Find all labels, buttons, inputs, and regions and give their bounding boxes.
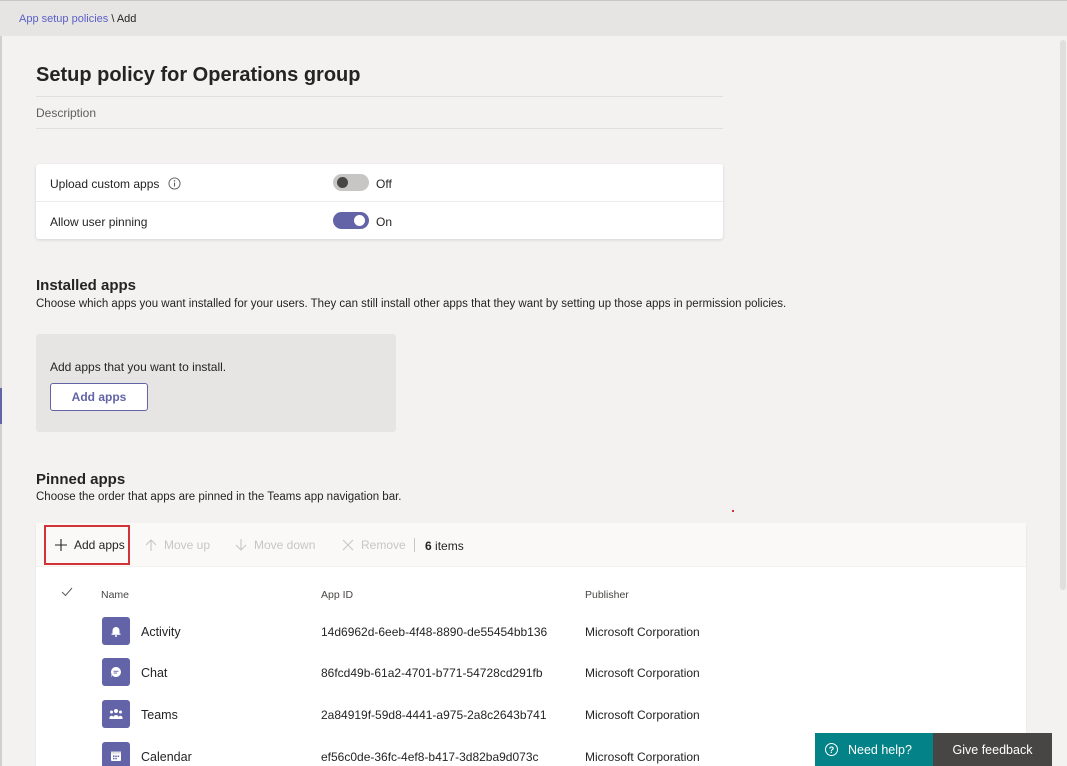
add-apps-label: Add apps [74,538,125,552]
teams-icon [102,700,130,728]
close-icon [342,539,354,551]
app-id: 86fcd49b-61a2-4701-b771-54728cd291fb [321,666,543,680]
plus-icon [55,539,67,551]
app-id: 14d6962d-6eeb-4f48-8890-de55454bb136 [321,625,548,639]
setting-row-allow-user-pinning: Allow user pinning On [36,203,723,240]
item-count-number: 6 [425,539,432,553]
toggle-state-label: Off [376,177,392,191]
toggle-knob [354,215,365,226]
need-help-label: Need help? [848,742,912,757]
app-name: Activity [141,625,181,639]
description-field[interactable]: Description [36,106,96,120]
table-row[interactable]: Chat 86fcd49b-61a2-4701-b771-54728cd291f… [36,656,1026,697]
installed-apps-prompt: Add apps that you want to install. [50,360,227,374]
top-bar: App setup policies \ Add [0,0,1067,36]
divider [36,96,723,97]
installed-apps-heading: Installed apps [36,277,137,294]
column-header-app-id[interactable]: App ID [321,589,353,601]
move-up-button[interactable]: Move up [144,523,210,567]
scrollbar-thumb[interactable] [1060,40,1066,590]
select-all-checkmark-icon[interactable] [60,585,74,599]
pinned-apps-table: Add apps Move up Move down Remove 6 item… [36,523,1026,766]
setting-label: Upload custom apps [50,177,160,191]
move-down-button[interactable]: Move down [234,523,315,567]
bell-icon [102,617,130,645]
app-name: Calendar [141,750,192,764]
breadcrumb-link-app-setup-policies[interactable]: App setup policies [19,13,108,25]
upload-custom-apps-toggle[interactable] [333,174,369,191]
calendar-icon [102,742,130,766]
add-installed-apps-button[interactable]: Add apps [50,383,148,411]
arrow-down-icon [235,539,247,551]
breadcrumb-separator: \ [108,13,117,25]
table-row[interactable]: Activity 14d6962d-6eeb-4f48-8890-de55454… [36,615,1026,656]
pinned-apps-heading: Pinned apps [36,471,126,488]
move-up-label: Move up [164,538,211,552]
info-icon[interactable] [168,177,181,190]
divider [36,128,723,129]
settings-card: Upload custom apps Off Allow user pinnin… [36,164,723,239]
left-accent-bar [0,388,2,424]
toggle-state-label: On [376,215,393,229]
app-name: Teams [141,708,178,722]
breadcrumb-current: Add [116,13,137,25]
toggle-knob [337,177,348,188]
pinned-apps-toolbar: Add apps Move up Move down Remove 6 item… [36,523,1026,567]
need-help-button[interactable]: ? Need help? [815,733,933,766]
question-icon: ? [825,743,838,756]
pinned-apps-description: Choose the order that apps are pinned in… [36,491,402,503]
installed-apps-description: Choose which apps you want installed for… [36,298,787,310]
toolbar-separator [414,538,415,552]
app-publisher: Microsoft Corporation [585,666,700,680]
allow-user-pinning-toggle[interactable] [333,212,369,229]
chat-icon [102,658,130,686]
item-count-word: items [435,539,464,553]
page-title: Setup policy for Operations group [36,64,361,86]
column-header-publisher[interactable]: Publisher [585,589,629,601]
app-publisher: Microsoft Corporation [585,750,700,764]
app-name: Chat [141,666,168,680]
installed-apps-box: Add apps that you want to install. Add a… [36,334,396,432]
column-header-name[interactable]: Name [101,589,129,601]
setting-label: Allow user pinning [50,215,148,229]
move-down-label: Move down [254,538,316,552]
setting-row-upload-custom-apps: Upload custom apps Off [36,165,723,202]
remove-button[interactable]: Remove [341,523,406,567]
app-publisher: Microsoft Corporation [585,708,700,722]
app-id: 2a84919f-59d8-4441-a975-2a8c2643b741 [321,708,547,722]
give-feedback-button[interactable]: Give feedback [933,733,1052,766]
breadcrumb: App setup policies \ Add [19,13,136,25]
app-publisher: Microsoft Corporation [585,625,700,639]
marker-dot [732,510,734,512]
app-id: ef56c0de-36fc-4ef8-b417-3d82ba9d073c [321,750,539,764]
remove-label: Remove [361,538,406,552]
arrow-up-icon [145,539,157,551]
add-pinned-apps-button[interactable]: Add apps [44,525,130,565]
item-count: 6 items [425,539,464,553]
